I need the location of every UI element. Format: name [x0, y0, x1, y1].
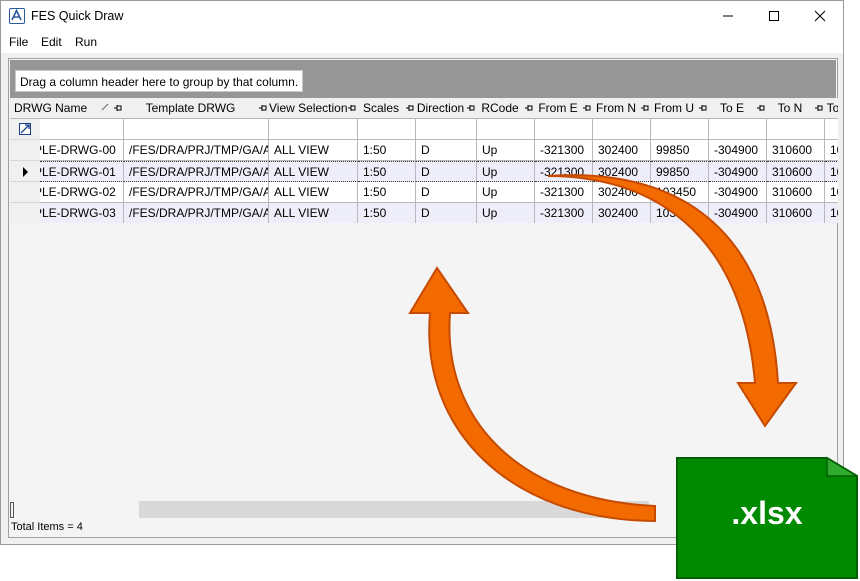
- xlsx-label: .xlsx: [731, 495, 803, 531]
- arrow-down-right-icon: [547, 174, 798, 428]
- arrow-up-left-icon: [408, 266, 656, 523]
